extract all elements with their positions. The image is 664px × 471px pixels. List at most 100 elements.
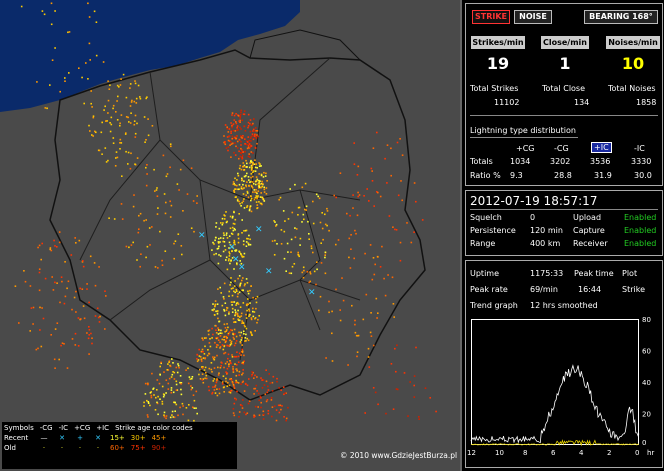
strike-dot (274, 239, 276, 242)
strike-dot (152, 388, 154, 390)
strike-dot (218, 392, 221, 395)
strike-dot (241, 373, 243, 376)
strike-dot (234, 177, 236, 180)
dist-header-pos-ic-button[interactable]: +IC (591, 142, 612, 153)
ratio-neg-ic: 30.0 (634, 171, 652, 180)
strike-dot (20, 5, 23, 8)
uptime-value: 1175:33 (530, 269, 564, 278)
strike-dot (236, 313, 239, 316)
strike-dot (224, 341, 227, 344)
poland-border (49, 49, 426, 401)
strike-dot (105, 161, 108, 163)
strike-dot (116, 100, 118, 102)
strike-dot (244, 150, 246, 153)
strike-dot (335, 243, 337, 246)
strike-dot (291, 211, 294, 214)
strike-dot (229, 361, 232, 364)
strike-dot (247, 136, 250, 138)
strike-dot (119, 138, 122, 141)
strike-dot (214, 305, 216, 308)
strike-dot (219, 366, 222, 369)
strike-dot (254, 159, 256, 161)
strike-dot (260, 165, 262, 167)
strike-dot (232, 215, 234, 218)
strike-dot (413, 375, 416, 377)
strike-dot (272, 375, 275, 378)
totals-neg-ic: 3330 (631, 157, 652, 166)
strike-button[interactable]: STRIKE (472, 10, 510, 24)
lightning-map[interactable]: ✕ ✕ ✕ ✕ ✕ ✕ ✕ Symbols -CG -IC +CG +IC Strike a… (0, 0, 460, 471)
range-label: Range (470, 239, 496, 248)
strike-dot (89, 130, 91, 132)
strike-dot (227, 326, 229, 329)
strike-dot (265, 187, 268, 189)
strike-dot (225, 221, 228, 224)
strike-dot (171, 373, 174, 376)
strike-dot (199, 368, 201, 371)
strike-dot (253, 118, 255, 120)
strike-dot (370, 312, 372, 314)
strike-dot (30, 307, 33, 309)
strike-dot (374, 391, 377, 394)
strike-dot (302, 276, 305, 279)
plot-strike-option[interactable]: Strike (622, 285, 645, 294)
strike-dot (399, 241, 402, 244)
strike-dot (270, 397, 273, 399)
strike-dot (147, 118, 149, 120)
strike-dot (219, 335, 222, 337)
strike-dot (355, 232, 357, 235)
strike-dot (259, 183, 261, 186)
strike-dot (250, 168, 253, 170)
strike-dot (228, 363, 230, 365)
strike-dot (248, 310, 251, 312)
strike-dot (165, 415, 168, 417)
strike-dot (316, 268, 318, 271)
strike-dot (107, 80, 109, 82)
strike-dot (233, 151, 235, 154)
strike-dot (263, 188, 266, 191)
legend-recent-label: Recent (4, 434, 29, 442)
strike-dot (245, 313, 247, 316)
strike-dot (177, 363, 179, 365)
strike-dot (241, 348, 244, 351)
strike-dot (240, 331, 242, 334)
strike-dot (226, 268, 229, 271)
strike-dot (238, 138, 241, 141)
strike-dot (254, 330, 256, 332)
trend-plot-background (472, 320, 638, 444)
strike-dot (120, 203, 123, 205)
strike-dot (222, 296, 225, 298)
strike-dot (282, 386, 285, 388)
strike-dot (270, 399, 273, 401)
strike-dot (125, 150, 127, 153)
strike-dot (435, 410, 437, 413)
totals-pos-ic: 3536 (590, 157, 611, 166)
strike-dot (227, 139, 230, 142)
strike-dot (143, 405, 145, 407)
strike-dot (251, 187, 254, 189)
strike-dot (298, 206, 301, 209)
bearing-button[interactable]: BEARING 168° (584, 10, 658, 24)
strike-dot (107, 99, 110, 102)
strike-dot (154, 266, 157, 268)
strike-dot (208, 389, 210, 392)
strike-dot (233, 119, 236, 121)
strike-dot (225, 339, 227, 342)
noise-button[interactable]: NOISE (514, 10, 552, 24)
strike-dot (227, 357, 229, 360)
strike-dot (130, 152, 132, 155)
strike-dot (231, 311, 234, 313)
strike-dot (116, 156, 119, 159)
strike-dot (237, 172, 239, 175)
strike-dot (264, 393, 267, 396)
strike-dot (250, 210, 253, 213)
strike-dot (39, 306, 41, 309)
strike-dot (82, 260, 84, 262)
strike-dot (409, 381, 411, 383)
strike-dot (223, 234, 225, 236)
legend-age-75: 75+ (130, 444, 146, 452)
strike-dot (175, 403, 178, 406)
strike-dot (215, 346, 218, 348)
strike-dot (235, 145, 237, 148)
total-close-value: 134 (574, 98, 590, 107)
